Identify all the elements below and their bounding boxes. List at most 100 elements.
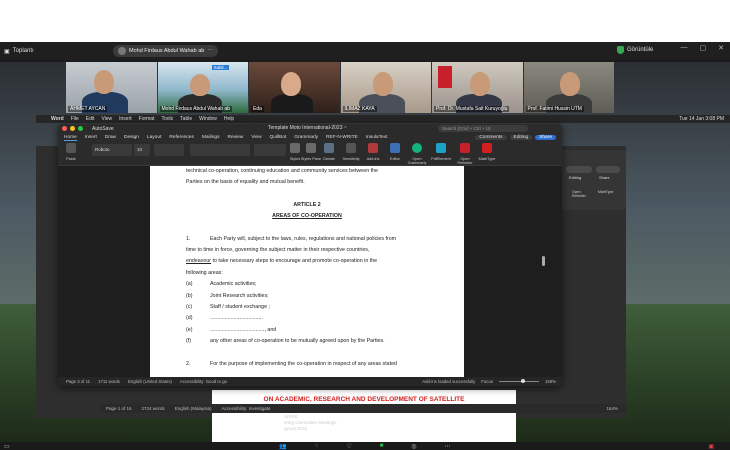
tab-insulatext[interactable]: InsulaText — [366, 135, 388, 140]
tab-quillbot[interactable]: QuillBot — [270, 135, 287, 140]
maximize-icon[interactable]: ▢ — [700, 44, 707, 52]
paste-icon[interactable] — [66, 143, 76, 153]
tab-insert[interactable]: Insert — [85, 135, 97, 140]
zoom-slider[interactable] — [499, 379, 539, 383]
window-controls: — ▢ ✕ — [681, 44, 725, 52]
participant-tile[interactable]: Sabil... Mohd Firdaus Abdul Wahab ab — [157, 62, 248, 113]
styles-pane-icon[interactable] — [306, 143, 316, 153]
participant-tile[interactable]: ILIMAZ KAYA — [340, 62, 431, 113]
accessibility-status[interactable]: Accessibility: Good to go — [180, 379, 227, 384]
bg-zoom[interactable]: 164% — [606, 406, 626, 411]
font-size-select[interactable]: 10 — [134, 144, 150, 156]
tab-design[interactable]: Design — [124, 135, 139, 140]
search-input[interactable]: Search (Cmd + Ctrl + U) — [438, 125, 528, 132]
background-lower-text: UNIVE ering Committee Meetings ignosi 20… — [284, 414, 337, 432]
tab-review[interactable]: Review — [227, 135, 243, 140]
zoom-level[interactable]: 158% — [545, 379, 556, 384]
background-red-title: ON ACADEMIC, RESEARCH AND DEVELOPMENT OF… — [263, 396, 465, 403]
document-page[interactable]: technical co-operation, continuing educa… — [150, 166, 464, 377]
mathtype-icon[interactable] — [482, 143, 492, 153]
add-ins-icon[interactable] — [368, 143, 378, 153]
tab-grammarly[interactable]: Grammarly — [294, 135, 318, 140]
menubar-item[interactable]: Insert — [119, 116, 132, 122]
meeting-label: Toplantı — [12, 48, 34, 54]
pdfelement-icon[interactable] — [436, 143, 446, 153]
bg-word-count[interactable]: 2724 words — [142, 406, 165, 411]
bg-accessibility[interactable]: Accessibility: Investigate — [222, 406, 271, 411]
bg-share-button[interactable]: Share — [596, 175, 610, 180]
menubar-item[interactable]: Format — [139, 116, 155, 122]
bg-mathtype-label[interactable]: MathType — [598, 190, 613, 194]
menubar-item[interactable]: View — [101, 116, 112, 122]
alignment-group[interactable] — [254, 144, 286, 156]
more-options-icon[interactable]: ⋯ — [445, 443, 451, 450]
meeting-menu[interactable]: ▣ Toplantı — [0, 48, 38, 55]
minimize-dot-icon[interactable] — [70, 126, 75, 131]
minimize-icon[interactable]: — — [681, 44, 688, 52]
text-format-group[interactable] — [154, 144, 184, 156]
sensitivity-label: Sensitivity — [342, 157, 360, 161]
tab-refnwrite[interactable]: REF-N-WRITE — [326, 135, 358, 140]
participants-icon[interactable]: 👥 — [279, 443, 286, 450]
menubar-item[interactable]: Table — [180, 116, 192, 122]
tab-draw[interactable]: Draw — [105, 135, 116, 140]
share-button[interactable]: Share — [535, 135, 556, 140]
participant-name: Prof. Dr. Mustafa Sait Kuruyoğlu — [434, 106, 510, 112]
language[interactable]: English (United States) — [128, 379, 172, 384]
tab-view[interactable]: View — [251, 135, 261, 140]
bg-refwriter-label[interactable]: Open Refwriter — [572, 190, 592, 198]
participant-tile[interactable]: Eda — [249, 62, 340, 113]
bg-page-count[interactable]: Page 1 of 16 — [106, 406, 132, 411]
record-icon[interactable]: ◎ — [411, 443, 416, 450]
menubar-item[interactable]: Tools — [161, 116, 173, 122]
focus-button[interactable]: Focus — [481, 379, 493, 384]
close-dot-icon[interactable] — [62, 126, 67, 131]
paragraph-group[interactable] — [190, 144, 250, 156]
bg-language[interactable]: English (Malaysia) — [175, 406, 212, 411]
doc-line: For the purpose of implementing the co-o… — [210, 360, 397, 367]
page-count[interactable]: Page 3 of 11 — [66, 379, 90, 384]
share-screen-icon[interactable]: ■ — [380, 443, 384, 449]
tab-mailings[interactable]: Mailings — [202, 135, 220, 140]
menubar-item[interactable]: Edit — [86, 116, 95, 122]
editing-button[interactable]: Editing — [509, 135, 533, 140]
font-name-select[interactable]: Roboto — [92, 144, 132, 156]
doc-line: time to time in force, governing the sub… — [186, 247, 370, 254]
word-count[interactable]: 1711 words — [98, 379, 120, 384]
camera-icon[interactable]: ▭ — [4, 443, 10, 450]
menubar-item[interactable]: Window — [199, 116, 217, 122]
tab-home[interactable]: Home — [64, 135, 77, 141]
participant-tile[interactable]: Prof. Fatimi Hussin UTM — [523, 62, 614, 113]
background-status-bar: Page 1 of 16 2724 words English (Malaysi… — [100, 404, 626, 413]
menubar-item[interactable]: Help — [224, 116, 234, 122]
participant-tile[interactable]: AHMET AYCAN — [66, 62, 157, 113]
doc-line: to take necessary steps to encourage and… — [211, 258, 378, 265]
grammarly-icon[interactable] — [412, 143, 422, 153]
vertical-scrollbar[interactable] — [542, 256, 545, 266]
participant-tile[interactable]: Prof. Dr. Mustafa Sait Kuruyoğlu — [432, 62, 523, 113]
chat-icon[interactable]: ◌ — [315, 443, 319, 449]
active-speaker-pill[interactable]: Mohd Firdaus Abdul Wahab ab ⋯ — [113, 45, 218, 57]
editor-icon[interactable] — [390, 143, 400, 153]
list-item: Academic activities; — [210, 281, 257, 288]
comments-button[interactable]: Comments — [475, 135, 507, 140]
zoom-dot-icon[interactable] — [78, 126, 83, 131]
menubar-item[interactable]: Word — [51, 116, 64, 122]
mathtype-label: MathType — [478, 157, 496, 161]
sensitivity-icon[interactable] — [346, 143, 356, 153]
react-icon[interactable]: ♡ — [346, 443, 351, 450]
dictate-icon[interactable] — [324, 143, 334, 153]
dictate-label: Dictate — [323, 157, 335, 161]
view-button[interactable]: Görüntüle — [617, 46, 653, 54]
styles-icon[interactable] — [290, 143, 300, 153]
tab-layout[interactable]: Layout — [147, 135, 161, 140]
autosave-label[interactable]: AutoSave — [92, 126, 114, 132]
refwriter-icon[interactable] — [460, 143, 470, 153]
menubar-item[interactable]: File — [71, 116, 79, 122]
close-icon[interactable]: ✕ — [718, 44, 724, 52]
tab-references[interactable]: References — [169, 135, 194, 140]
leave-icon[interactable]: ▣ — [708, 443, 714, 450]
bg-editing-button[interactable]: Editing — [566, 175, 581, 180]
zoom-screen: ▣ Toplantı Mohd Firdaus Abdul Wahab ab ⋯… — [0, 42, 730, 442]
grammarly-label: Open Grammarly — [407, 157, 427, 165]
